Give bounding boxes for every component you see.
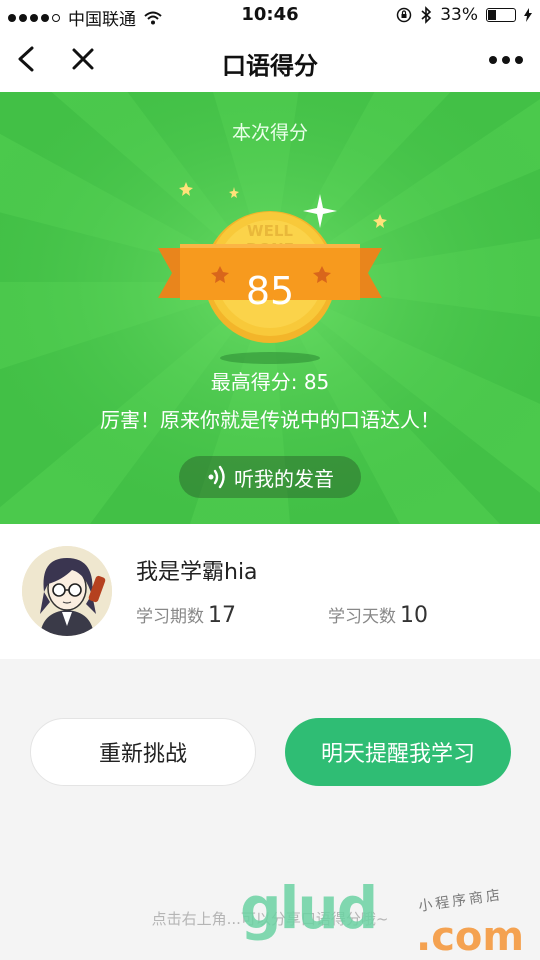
study-periods-stat: 学习期数 17: [136, 602, 236, 628]
retry-label: 重新挑战: [98, 742, 187, 767]
battery-icon: [486, 8, 516, 22]
watermark-brand: glud: [240, 874, 378, 942]
study-days-label: 学习天数: [328, 607, 396, 627]
listen-label: 听我的发音: [234, 466, 334, 491]
praise-message: 厉害！原来你就是传说中的口语达人！: [100, 408, 440, 432]
more-options-icon[interactable]: [486, 48, 526, 72]
study-days-value: 10: [400, 603, 428, 628]
score-value: 85: [245, 269, 295, 313]
best-score: 最高得分: 85: [210, 370, 330, 394]
sound-wave-icon: [208, 465, 225, 489]
study-days-stat: 学习天数 10: [328, 602, 428, 628]
back-arrow-icon[interactable]: [12, 44, 42, 74]
username: 我是学霸hia: [136, 560, 258, 585]
watermark-logo: glud 小程序商店 .com: [240, 874, 540, 960]
watermark-tagline: 小程序商店: [417, 887, 504, 915]
status-bar: 中国联通 10:46 33%: [0, 0, 540, 30]
battery-percent: 33%: [440, 5, 478, 25]
listen-pronunciation-button[interactable]: 听我的发音: [179, 456, 361, 498]
retry-button[interactable]: 重新挑战: [30, 718, 256, 786]
current-score-label: 本次得分: [231, 122, 308, 144]
orientation-lock-icon: [396, 7, 412, 23]
bluetooth-icon: [421, 6, 432, 24]
score-hero: 本次得分 WELL DONE 85 最高得分: 85 厉害！原来你就是传说中的口…: [0, 92, 540, 524]
svg-text:WELL: WELL: [247, 222, 293, 240]
study-periods-label: 学习期数: [136, 607, 204, 627]
profile-card: 我是学霸hia 学习期数 17 学习天数 10: [0, 524, 540, 659]
watermark-domain: .com: [416, 914, 525, 960]
avatar[interactable]: [22, 546, 112, 636]
nav-bar: 口语得分: [0, 30, 540, 92]
remind-label: 明天提醒我学习: [320, 742, 475, 767]
close-icon[interactable]: [68, 44, 98, 74]
remind-tomorrow-button[interactable]: 明天提醒我学习: [285, 718, 511, 786]
charging-icon: [524, 8, 532, 22]
status-right: 33%: [396, 5, 532, 25]
study-periods-value: 17: [208, 603, 236, 628]
